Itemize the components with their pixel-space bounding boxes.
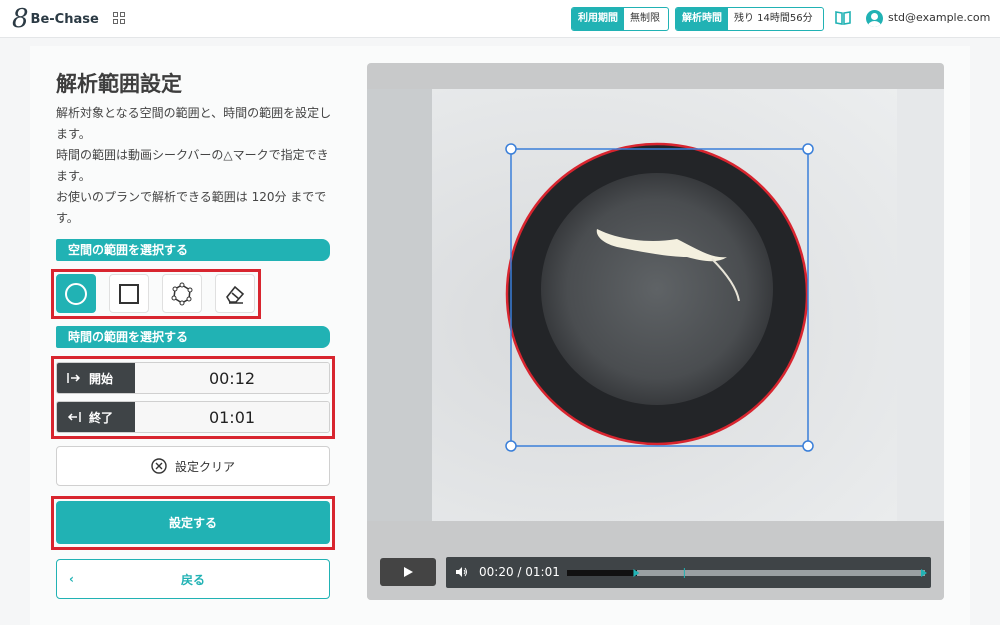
apply-settings-button[interactable]: 設定する [56,501,330,544]
seek-bar-panel: 00:20 / 01:01 [446,557,931,588]
analysis-time-value: 残り 14時間56分 [728,8,819,30]
video-scene [367,89,944,521]
volume-icon[interactable] [455,566,469,578]
end-time-label: 終了 [89,410,114,425]
user-email[interactable]: std@example.com [888,11,990,24]
space-range-section-label: 空間の範囲を選択する [56,239,330,261]
range-end-marker[interactable] [921,569,927,577]
back-button[interactable]: ‹ 戻る [56,559,330,599]
eraser-icon [226,285,245,304]
clear-circle-x-icon [151,458,167,474]
play-button[interactable] [380,558,436,586]
seek-markers [633,568,927,578]
square-icon [119,283,139,304]
start-arrow-icon [67,373,81,383]
logo-mark: 8 [12,4,29,34]
seek-track[interactable] [567,568,927,578]
start-time-row[interactable]: 開始 00:12 [56,362,330,394]
end-time-value: 01:01 [135,402,329,432]
description-line: 時間の範囲は動画シークバーの△マークで指定できます。 [56,148,329,183]
usage-period-value: 無制限 [624,8,666,30]
description-line: お使いのプランで解析できる範囲は 120分 までです。 [56,190,327,225]
polygon-tool-button[interactable] [162,274,202,313]
description-line: 解析対象となる空間の範囲と、時間の範囲を設定します。 [56,106,332,141]
analysis-time-label: 解析時間 [676,8,728,30]
logo-text: Be-Chase [30,11,99,27]
video-frame[interactable] [367,89,944,521]
top-header: 8 Be-Chase 利用期間 無制限 解析時間 残り 14時間56分 std@… [0,0,1000,38]
clear-settings-button[interactable]: 設定クリア [56,446,330,486]
start-time-label-box[interactable]: 開始 [57,363,135,393]
manual-book-icon[interactable] [835,11,851,25]
rectangle-tool-button[interactable] [109,274,149,313]
circle-tool-button[interactable] [56,274,96,313]
logo[interactable]: 8 Be-Chase [12,6,99,32]
description: 解析対象となる空間の範囲と、時間の範囲を設定します。 時間の範囲は動画シークバー… [56,103,336,229]
end-time-row[interactable]: 終了 01:01 [56,401,330,433]
usage-period-badge: 利用期間 無制限 [571,7,669,31]
time-range-section-label: 時間の範囲を選択する [56,326,330,348]
analysis-time-badge: 解析時間 残り 14時間56分 [675,7,824,31]
timecode: 00:20 / 01:01 [479,565,560,579]
clear-settings-label: 設定クリア [174,459,235,474]
player-controls: 00:20 / 01:01 [367,521,944,600]
video-player: 00:20 / 01:01 [367,63,944,600]
end-time-label-box[interactable]: 終了 [57,402,135,432]
back-label: 戻る [180,572,205,587]
start-time-value: 00:12 [135,363,329,393]
user-avatar-icon[interactable] [866,10,883,27]
usage-period-label: 利用期間 [572,8,624,30]
play-icon [404,567,413,577]
chevron-left-icon: ‹ [69,572,74,586]
apps-grid-icon[interactable] [113,12,125,24]
page-title: 解析範囲設定 [56,72,182,96]
start-time-label: 開始 [89,371,114,386]
eraser-tool-button[interactable] [215,274,255,313]
polygon-icon [171,282,193,305]
circle-icon [65,282,87,305]
range-start-marker[interactable] [633,569,640,577]
end-arrow-icon [67,412,81,422]
